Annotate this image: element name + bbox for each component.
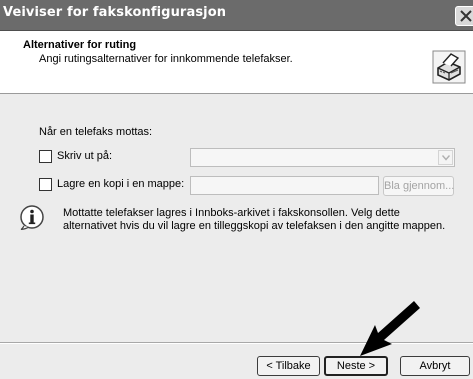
chevron-down-icon — [442, 155, 450, 161]
print-checkbox[interactable] — [39, 150, 52, 163]
browse-button[interactable]: Bla gjennom... — [383, 176, 454, 196]
printer-select-dropdown[interactable] — [438, 150, 453, 165]
copy-checkbox[interactable] — [39, 178, 52, 191]
window-title: Veiviser for fakskonfigurasjon — [3, 5, 227, 20]
wizard-header: Alternativer for ruting Angi rutingsalte… — [0, 31, 473, 94]
header-subtitle: Angi rutingsalternativer for innkommende… — [39, 53, 293, 65]
copy-label: Lagre en kopi i en mappe: — [57, 178, 185, 190]
header-title: Alternativer for ruting — [23, 39, 137, 51]
title-bar[interactable]: Veiviser for fakskonfigurasjon — [0, 0, 473, 31]
fax-wizard-window: Veiviser for fakskonfigurasjon Alternati… — [0, 0, 473, 379]
close-icon — [460, 10, 472, 22]
close-button[interactable] — [455, 6, 473, 26]
back-button[interactable]: < Tilbake — [257, 356, 320, 376]
print-label: Skriv ut på: — [57, 150, 113, 162]
info-icon — [20, 205, 44, 230]
section-label: Når en telefaks mottas: — [39, 126, 153, 138]
printer-select[interactable] — [190, 148, 455, 167]
pointer-arrow-icon — [360, 301, 420, 356]
info-text: Mottatte telefakser lagres i Innboks-ark… — [63, 207, 446, 232]
fax-machine-icon — [432, 50, 466, 84]
folder-path-input[interactable] — [190, 176, 379, 195]
